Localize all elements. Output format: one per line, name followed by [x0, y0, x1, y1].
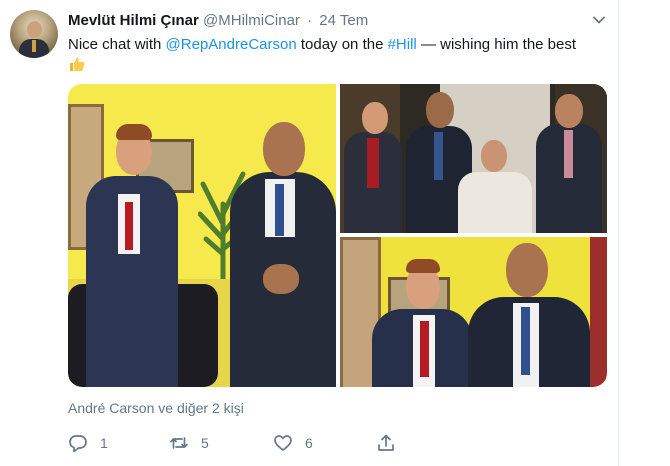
photo-2[interactable] — [340, 84, 607, 233]
person-head — [362, 102, 388, 134]
retweet-icon — [170, 437, 188, 449]
tie — [434, 132, 443, 180]
tweet-header: Mevlüt Hilmi Çınar @MHilmiCinar · 24 Tem — [68, 12, 368, 32]
retweet-button[interactable]: 5 — [169, 432, 209, 454]
tie — [125, 202, 133, 250]
photo-grid[interactable] — [68, 84, 607, 387]
avatar-tie — [32, 40, 36, 52]
share-button[interactable] — [376, 432, 396, 454]
tweet-text-part: — wishing him the best — [416, 36, 577, 53]
reply-icon — [69, 435, 87, 453]
reply-button[interactable]: 1 — [68, 432, 108, 454]
separator-dot: · — [307, 12, 313, 29]
hair — [116, 124, 152, 140]
hashtag-link[interactable]: #Hill — [388, 36, 417, 53]
tie — [564, 130, 573, 178]
hair — [406, 259, 440, 273]
thumbs-up-icon — [70, 57, 85, 71]
tweet-text-part: Nice chat with — [68, 36, 166, 53]
like-icon — [274, 435, 292, 451]
column-border — [618, 0, 619, 466]
tweet-date[interactable]: 24 Tem — [319, 12, 368, 29]
person-head — [481, 140, 507, 172]
reply-count: 1 — [100, 435, 108, 451]
person-head — [426, 92, 454, 128]
like-count: 6 — [305, 435, 313, 451]
person-body — [458, 172, 532, 233]
tie — [367, 138, 379, 188]
share-icon — [378, 434, 394, 451]
retweet-count: 5 — [201, 435, 209, 451]
author-name[interactable]: Mevlüt Hilmi Çınar — [68, 12, 199, 29]
tie — [420, 321, 429, 377]
tie — [275, 184, 284, 236]
person-head — [555, 94, 583, 128]
chevron-down-icon[interactable] — [590, 11, 608, 29]
person-head — [263, 122, 305, 176]
photo-3[interactable] — [340, 237, 607, 387]
tweet-text-part: today on the — [296, 36, 388, 53]
avatar[interactable] — [10, 10, 58, 58]
tweet-text: Nice chat with @RepAndreCarson today on … — [68, 35, 608, 76]
tweet-card[interactable]: Mevlüt Hilmi Çınar @MHilmiCinar · 24 Tem… — [0, 0, 670, 466]
avatar-head — [27, 21, 42, 38]
mention-link[interactable]: @RepAndreCarson — [166, 36, 297, 53]
door — [590, 237, 607, 387]
tie — [521, 307, 530, 375]
photo-1[interactable] — [68, 84, 336, 387]
like-button[interactable]: 6 — [273, 432, 313, 454]
author-handle[interactable]: @MHilmiCinar — [203, 12, 300, 29]
tagged-people[interactable]: André Carson ve diğer 2 kişi — [68, 400, 244, 416]
tweet-actions: 1 5 6 — [68, 432, 428, 454]
hands — [263, 264, 299, 294]
person-head — [506, 243, 548, 297]
